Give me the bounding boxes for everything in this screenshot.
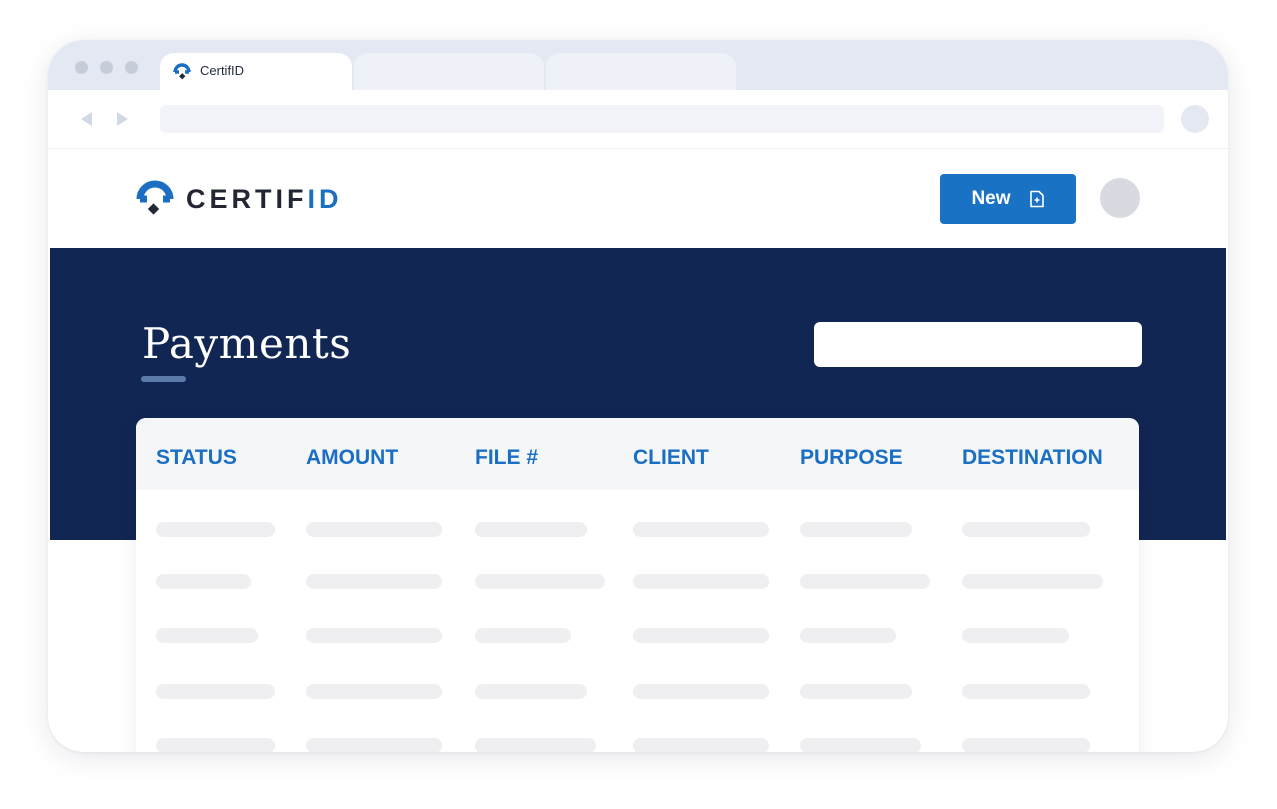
loading-placeholder xyxy=(475,628,571,643)
address-bar-row xyxy=(48,90,1228,149)
loading-placeholder xyxy=(475,522,587,537)
user-avatar[interactable] xyxy=(1100,178,1140,218)
browser-window: CertifID CERTIFID New Payments STATUS AM… xyxy=(48,40,1228,752)
loading-placeholder xyxy=(156,738,275,752)
column-header-status[interactable]: STATUS xyxy=(156,446,237,470)
column-header-client[interactable]: CLIENT xyxy=(633,446,709,470)
column-header-purpose[interactable]: PURPOSE xyxy=(800,446,903,470)
new-button-label: New xyxy=(971,188,1011,209)
loading-placeholder xyxy=(306,628,442,643)
url-bar[interactable] xyxy=(160,105,1164,133)
loading-placeholder xyxy=(156,628,258,643)
tab-strip: CertifID xyxy=(48,40,1228,90)
loading-placeholder xyxy=(633,628,769,643)
loading-placeholder xyxy=(306,684,442,699)
tab-blank[interactable] xyxy=(354,53,544,90)
loading-placeholder xyxy=(800,522,912,537)
table-header: STATUS AMOUNT FILE # CLIENT PURPOSE DEST… xyxy=(136,418,1139,490)
logo-text-accent: ID xyxy=(307,183,343,214)
loading-placeholder xyxy=(800,738,921,752)
loading-placeholder xyxy=(633,738,769,752)
loading-placeholder xyxy=(800,628,896,643)
back-arrow-icon[interactable] xyxy=(81,112,92,126)
loading-placeholder xyxy=(633,684,769,699)
search-input[interactable] xyxy=(814,322,1142,367)
page-title: Payments xyxy=(142,319,352,368)
loading-placeholder xyxy=(633,574,769,589)
new-button[interactable]: New xyxy=(940,174,1076,224)
certifid-logo-icon xyxy=(172,61,192,86)
loading-placeholder xyxy=(156,522,275,537)
loading-placeholder xyxy=(156,574,251,589)
loading-placeholder xyxy=(475,684,587,699)
loading-placeholder xyxy=(633,522,769,537)
loading-placeholder xyxy=(306,738,442,752)
new-document-icon xyxy=(1029,190,1044,208)
forward-arrow-icon[interactable] xyxy=(117,112,128,126)
loading-placeholder xyxy=(156,684,275,699)
loading-placeholder xyxy=(962,738,1090,752)
loading-placeholder xyxy=(962,684,1090,699)
loading-placeholder xyxy=(306,574,442,589)
loading-placeholder xyxy=(306,522,442,537)
loading-placeholder xyxy=(962,522,1090,537)
logo-text-main: CERTIF xyxy=(186,183,308,214)
loading-placeholder xyxy=(962,574,1103,589)
logo-wordmark: CERTIFID xyxy=(186,184,343,215)
certifid-logo-icon xyxy=(136,180,174,215)
column-header-file-number[interactable]: FILE # xyxy=(475,446,538,470)
browser-profile-icon[interactable] xyxy=(1181,105,1209,133)
tab-certifid[interactable]: CertifID xyxy=(160,53,352,90)
loading-placeholder xyxy=(962,628,1069,643)
loading-placeholder xyxy=(800,574,930,589)
window-dot[interactable] xyxy=(100,61,113,74)
window-dot[interactable] xyxy=(125,61,138,74)
window-dot[interactable] xyxy=(75,61,88,74)
loading-placeholder xyxy=(800,684,912,699)
column-header-amount[interactable]: AMOUNT xyxy=(306,446,398,470)
app-header: CERTIFID New xyxy=(48,149,1228,248)
title-underline xyxy=(141,376,186,382)
column-header-destination[interactable]: DESTINATION xyxy=(962,446,1103,470)
tab-label: CertifID xyxy=(200,63,245,78)
loading-placeholder xyxy=(475,574,605,589)
payments-table: STATUS AMOUNT FILE # CLIENT PURPOSE DEST… xyxy=(136,418,1139,752)
tab-blank[interactable] xyxy=(546,53,736,90)
loading-placeholder xyxy=(475,738,596,752)
certifid-logo[interactable]: CERTIFID xyxy=(134,178,343,220)
